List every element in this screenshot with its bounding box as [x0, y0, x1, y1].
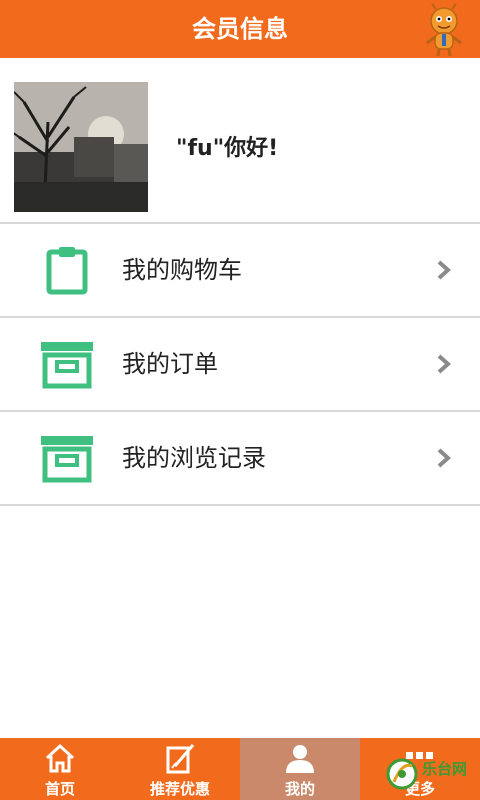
- tab-mine[interactable]: 我的: [240, 738, 360, 800]
- menu-item-history[interactable]: 我的浏览记录: [0, 412, 480, 506]
- menu-item-orders[interactable]: 我的订单: [0, 318, 480, 412]
- watermark-text: 乐台网: [422, 760, 468, 778]
- mascot-icon: [426, 3, 462, 57]
- home-icon: [45, 743, 75, 773]
- chevron-right-icon: [437, 354, 452, 374]
- chevron-right-icon: [437, 448, 452, 468]
- tab-recommend[interactable]: 推荐优惠: [120, 738, 240, 800]
- tab-home[interactable]: 首页: [0, 738, 120, 800]
- watermark-subtext: · · · · · ·: [422, 780, 450, 789]
- menu-item-label: 我的购物车: [122, 256, 242, 284]
- watermark: 乐台网 · · · · · ·: [384, 752, 474, 796]
- user-icon: [286, 745, 314, 773]
- menu-item-label: 我的浏览记录: [122, 444, 266, 472]
- chevron-right-icon: [437, 260, 452, 280]
- header-bar: 会员信息: [0, 0, 480, 59]
- watermark-logo-icon: [386, 758, 418, 790]
- menu-item-label: 我的订单: [122, 350, 218, 378]
- tab-label: 首页: [44, 780, 75, 798]
- edit-icon: [166, 744, 195, 774]
- menu-item-cart[interactable]: 我的购物车: [0, 224, 480, 318]
- greeting-text: "fu"你好!: [176, 136, 279, 161]
- tab-label: 我的: [284, 780, 315, 798]
- avatar[interactable]: [14, 82, 148, 212]
- box-icon: [41, 436, 93, 483]
- tab-label: 推荐优惠: [149, 780, 210, 798]
- box-icon: [41, 342, 93, 389]
- clipboard-icon: [46, 247, 88, 295]
- profile-section: "fu"你好!: [0, 58, 480, 224]
- page-title: 会员信息: [192, 15, 288, 43]
- member-menu: 我的购物车 我的订单 我的浏览记录: [0, 224, 480, 506]
